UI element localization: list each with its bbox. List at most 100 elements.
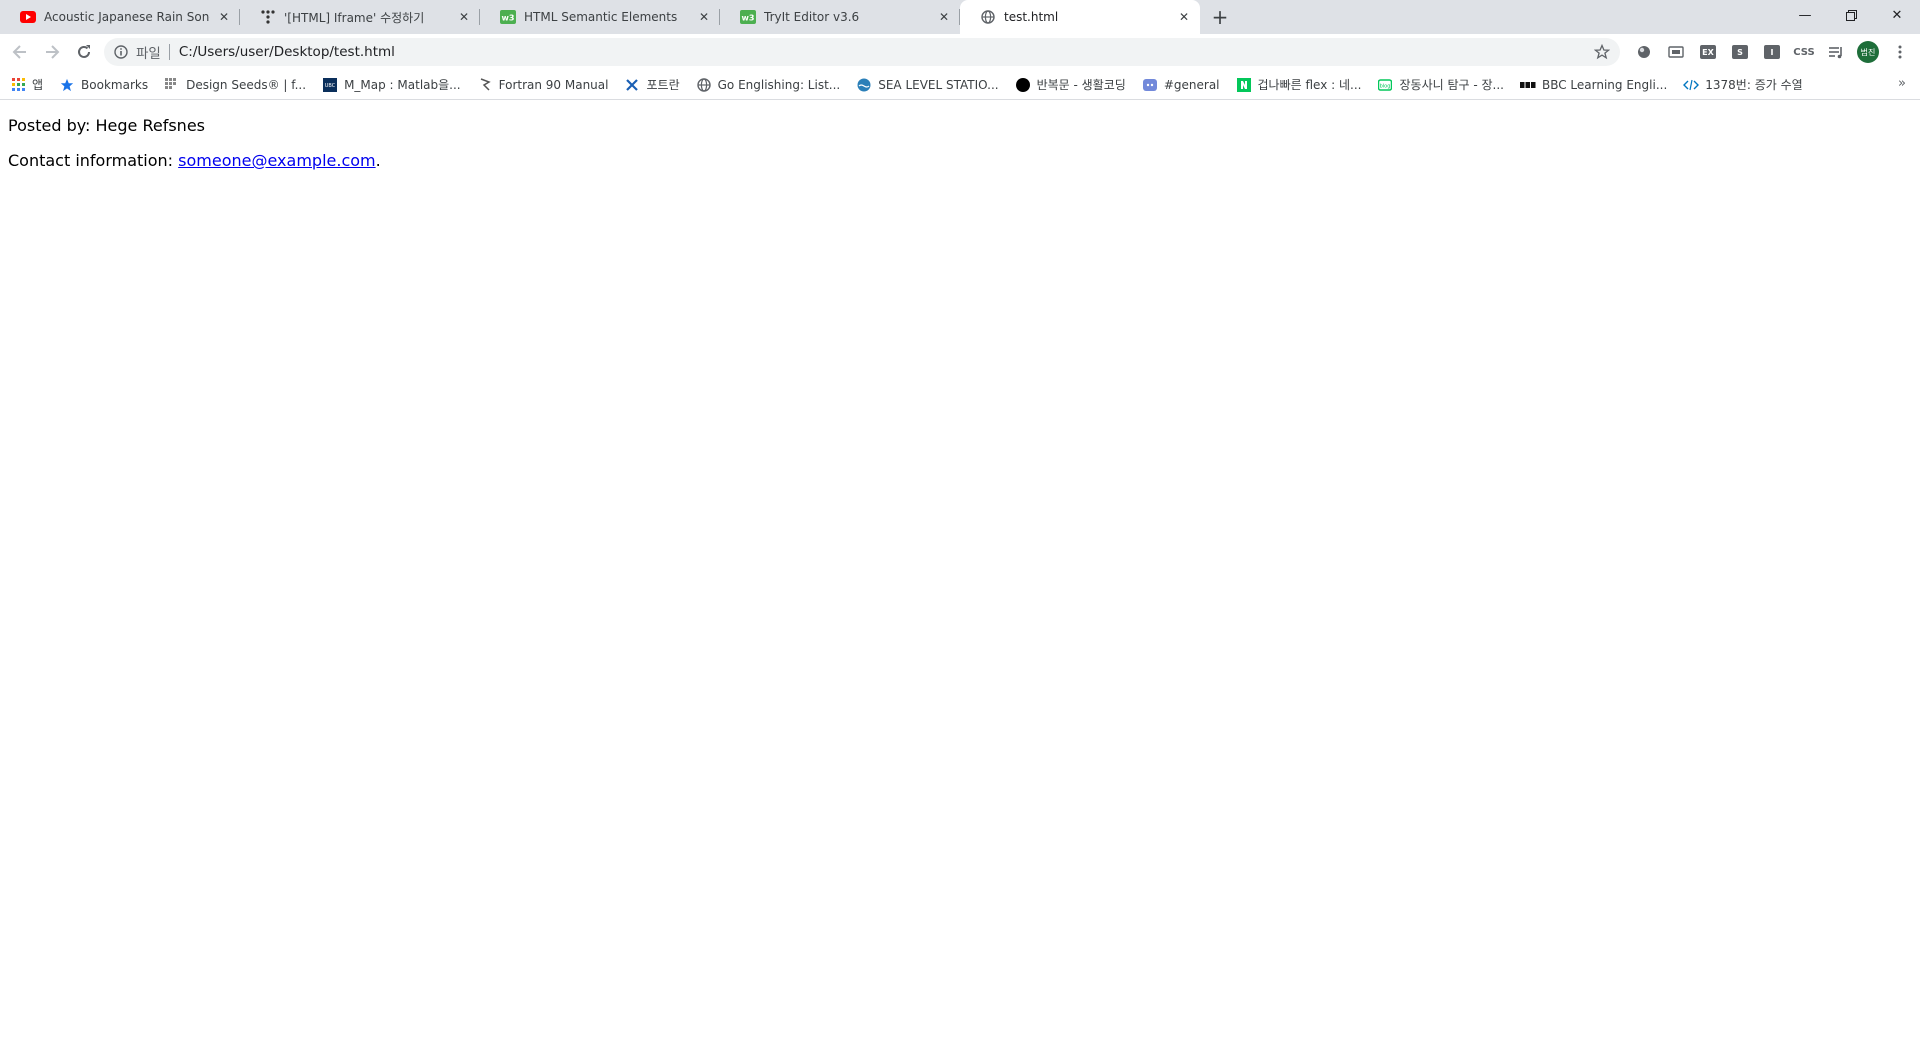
bookmark-fortran-manual[interactable]: Fortran 90 Manual [477, 77, 609, 93]
naver-icon [1236, 77, 1252, 93]
bookmark-label: Go Englishing: List... [717, 77, 841, 92]
bookmarks-overflow-button[interactable]: » [1898, 76, 1906, 91]
svg-text:w3: w3 [502, 14, 515, 23]
globe-icon [696, 77, 712, 93]
tab-test-html[interactable]: test.html ✕ [960, 0, 1200, 34]
forward-button[interactable] [36, 38, 68, 66]
info-icon[interactable] [112, 43, 130, 61]
media-control-button[interactable] [1820, 38, 1852, 66]
tab-tryit-editor[interactable]: w3 TryIt Editor v3.6 ✕ [720, 0, 960, 34]
youtube-icon [20, 9, 36, 25]
tab-title: TryIt Editor v3.6 [764, 10, 860, 24]
bookmark-design-seeds[interactable]: Design Seeds® | f... [164, 77, 306, 93]
url-text[interactable]: C:/Users/user/Desktop/test.html [179, 44, 1592, 60]
plus-icon: + [1211, 5, 1229, 29]
contact-email-link[interactable]: someone@example.com [178, 151, 375, 170]
code-icon [1683, 77, 1700, 93]
reload-button[interactable] [68, 38, 100, 66]
tab-title: HTML Semantic Elements [524, 10, 678, 24]
circle-ext-icon [1638, 46, 1650, 58]
posted-by-text: Posted by: Hege Refsnes [8, 116, 205, 135]
extension-button[interactable]: CSS [1788, 38, 1820, 66]
bookmark-apps[interactable]: 앱 [10, 76, 43, 93]
tab-html-semantic[interactable]: w3 HTML Semantic Elements ✕ [480, 0, 720, 34]
tab-tistory[interactable]: '[HTML] Iframe' 수정하기 ✕ [240, 0, 480, 34]
bookmark-go-englishing[interactable]: Go Englishing: List... [696, 77, 841, 93]
scissors-icon [624, 77, 640, 93]
bookmark-m-map[interactable]: UBC M_Map : Matlab을... [322, 76, 461, 93]
bookmark-naver-flex[interactable]: 겁나빠른 flex : 네... [1236, 76, 1361, 93]
close-icon: ✕ [1891, 7, 1903, 23]
bookmark-label: Design Seeds® | f... [186, 77, 307, 92]
profile-button[interactable]: 범진 [1852, 38, 1884, 66]
url-scheme-label: 파일 [136, 46, 161, 62]
chevron-double-right-icon: » [1898, 76, 1906, 91]
bookmark-label: 앱 [32, 78, 44, 92]
minimize-icon: — [1798, 7, 1812, 23]
close-icon[interactable]: ✕ [936, 9, 952, 25]
extensions-area: EX S I CSS 범진 [1628, 38, 1916, 66]
tab-title: test.html [1004, 10, 1059, 24]
apps-grid-icon [10, 77, 26, 93]
bookmark-label: 반복문 - 생활코딩 [1036, 78, 1126, 92]
ubc-icon: UBC [322, 77, 338, 93]
bookmark-label: 1378번: 증가 수열 [1705, 78, 1803, 92]
extension-button[interactable]: EX [1692, 38, 1724, 66]
avatar: 범진 [1857, 41, 1879, 63]
w3schools-icon: w3 [500, 9, 516, 25]
bookmark-bbc-learning[interactable]: BBC Learning Engli... [1519, 77, 1668, 93]
extension-button[interactable]: S [1724, 38, 1756, 66]
address-bar[interactable]: 파일 C:/Users/user/Desktop/test.html [104, 38, 1620, 66]
black-dot-icon [1015, 77, 1031, 93]
bookmark-sea-level[interactable]: SEA LEVEL STATIO... [856, 77, 999, 93]
i-ext-icon: I [1764, 45, 1780, 59]
window-controls: — ✕ [1782, 0, 1920, 30]
tab-strip: Acoustic Japanese Rain Songs - ✕ '[HTML]… [0, 0, 1920, 34]
more-vert-icon [1898, 45, 1902, 59]
bookmark-discord-general[interactable]: #general [1142, 77, 1220, 93]
close-icon[interactable]: ✕ [216, 9, 232, 25]
playlist-icon [1829, 47, 1842, 59]
restore-button[interactable] [1828, 0, 1874, 30]
reload-icon [78, 45, 90, 58]
fortran-icon [477, 77, 493, 93]
contact-suffix: . [375, 151, 381, 170]
tab-title: Acoustic Japanese Rain Songs - [44, 10, 210, 24]
extension-button[interactable]: I [1756, 38, 1788, 66]
back-button[interactable] [4, 38, 36, 66]
bookmark-blog[interactable]: blog 장동사니 탐구 - 장... [1377, 76, 1504, 93]
extension-button[interactable] [1628, 38, 1660, 66]
screen-ext-icon [1668, 46, 1684, 58]
close-icon[interactable]: ✕ [456, 9, 472, 25]
bookmark-label: M_Map : Matlab을... [344, 78, 461, 92]
bookmark-opentutorials[interactable]: 반복문 - 생활코딩 [1015, 76, 1126, 93]
sea-level-icon [856, 77, 872, 93]
contact-information: Contact information: someone@example.com… [8, 151, 1912, 170]
tab-youtube[interactable]: Acoustic Japanese Rain Songs - ✕ [0, 0, 240, 34]
minimize-button[interactable]: — [1782, 0, 1828, 30]
star-icon [59, 77, 75, 93]
restore-icon [1845, 9, 1857, 21]
extension-button[interactable] [1660, 38, 1692, 66]
bookmark-folder-bookmarks[interactable]: Bookmarks [59, 77, 148, 93]
bookmark-label: Fortran 90 Manual [498, 77, 609, 92]
page-content: Posted by: Hege Refsnes Contact informat… [0, 116, 1920, 170]
bookmark-fortran-kr[interactable]: 포트란 [624, 76, 680, 93]
star-icon[interactable] [1592, 44, 1612, 60]
tab-title: '[HTML] Iframe' 수정하기 [284, 10, 425, 25]
blog-icon: blog [1377, 77, 1393, 93]
close-window-button[interactable]: ✕ [1874, 0, 1920, 30]
bookmark-label: BBC Learning Engli... [1541, 77, 1668, 92]
bookmark-baekjoon[interactable]: 1378번: 증가 수열 [1683, 76, 1803, 93]
tistory-icon [260, 9, 276, 25]
arrow-left-icon [12, 45, 26, 59]
design-seeds-icon [164, 77, 180, 93]
discord-icon [1142, 77, 1158, 93]
svg-text:UBC: UBC [325, 83, 336, 89]
new-tab-button[interactable]: + [1206, 3, 1234, 31]
close-icon[interactable]: ✕ [696, 9, 712, 25]
bbc-icon [1519, 77, 1536, 93]
close-icon[interactable]: ✕ [1176, 9, 1192, 25]
bookmark-label: #general [1163, 77, 1220, 92]
menu-button[interactable] [1884, 38, 1916, 66]
